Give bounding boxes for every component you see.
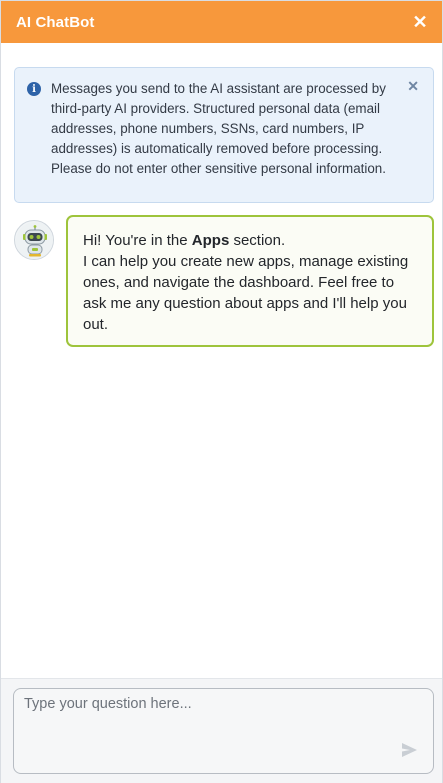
bot-message-bubble: Hi! You're in the Apps section. I can he… bbox=[66, 215, 434, 347]
send-icon[interactable] bbox=[400, 741, 418, 759]
close-icon[interactable]: ✕ bbox=[412, 13, 428, 31]
info-icon: i bbox=[27, 82, 41, 96]
bot-message-body: I can help you create new apps, manage e… bbox=[83, 253, 409, 333]
greeting-prefix: Hi! You're in the bbox=[83, 232, 192, 249]
composer-area bbox=[1, 678, 442, 783]
question-input[interactable] bbox=[14, 689, 433, 773]
robot-icon bbox=[14, 220, 54, 260]
chat-title: AI ChatBot bbox=[16, 13, 95, 31]
chatbot-panel: AI ChatBot ✕ i Messages you send to the … bbox=[0, 0, 443, 783]
chat-header: AI ChatBot ✕ bbox=[1, 1, 442, 43]
greeting-suffix: section. bbox=[229, 232, 286, 249]
dismiss-notice-icon[interactable]: ✕ bbox=[407, 78, 419, 95]
question-input-box bbox=[13, 688, 434, 774]
privacy-notice-text: Messages you send to the AI assistant ar… bbox=[51, 81, 386, 176]
privacy-notice: i Messages you send to the AI assistant … bbox=[14, 67, 434, 203]
greeting-section-name: Apps bbox=[191, 232, 230, 249]
bot-greeting: Hi! You're in the Apps section. bbox=[83, 230, 418, 251]
